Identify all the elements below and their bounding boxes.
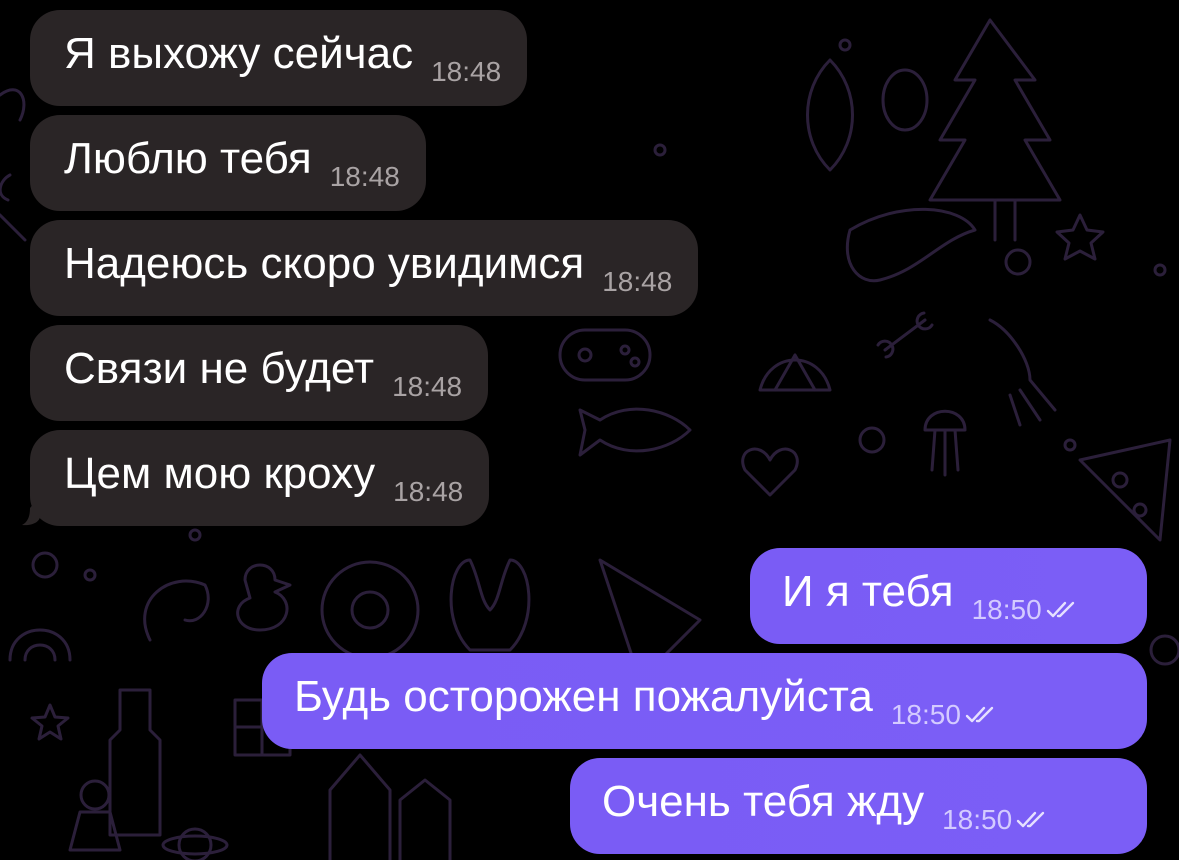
incoming-message[interactable]: Люблю тебя 18:48 — [30, 115, 426, 211]
incoming-message[interactable]: Надеюсь скоро увидимся 18:48 — [30, 220, 699, 316]
message-time: 18:50 — [942, 804, 1013, 835]
incoming-bubble-tail — [22, 496, 40, 526]
incoming-message[interactable]: Цем мою кроху 18:48 — [30, 430, 490, 526]
incoming-message[interactable]: Я выхожу сейчас 18:48 — [30, 10, 528, 106]
message-time: 18:48 — [431, 56, 502, 87]
double-check-icon — [1016, 811, 1045, 828]
message-meta: 18:50 — [972, 594, 1080, 626]
message-time: 18:50 — [890, 699, 961, 730]
double-check-icon — [965, 706, 994, 723]
incoming-message[interactable]: Связи не будет 18:48 — [30, 325, 489, 421]
message-text: Цем мою кроху — [64, 449, 376, 498]
message-text: И я тебя — [782, 567, 954, 616]
message-text: Я выхожу сейчас — [64, 29, 414, 78]
message-text: Связи не будет — [64, 344, 375, 393]
message-time: 18:50 — [971, 594, 1042, 625]
outgoing-message[interactable]: Будь осторожен пожалуйста 18:50 — [262, 653, 1147, 749]
outgoing-message[interactable]: И я тебя 18:50 — [750, 548, 1147, 644]
message-text: Будь осторожен пожалуйста — [294, 672, 873, 721]
message-time: 18:48 — [392, 371, 463, 402]
message-meta: 18:50 — [891, 699, 999, 731]
double-check-icon — [1046, 601, 1074, 618]
message-text: Люблю тебя — [64, 134, 312, 183]
message-time: 18:48 — [393, 476, 464, 507]
message-text: Очень тебя жду — [602, 777, 925, 826]
outgoing-message[interactable]: Очень тебя жду 18:50 — [570, 758, 1147, 854]
message-text: Надеюсь скоро увидимся — [64, 239, 585, 288]
message-meta: 18:50 — [942, 804, 1050, 836]
message-time: 18:48 — [329, 161, 400, 192]
message-time: 18:48 — [602, 266, 673, 297]
